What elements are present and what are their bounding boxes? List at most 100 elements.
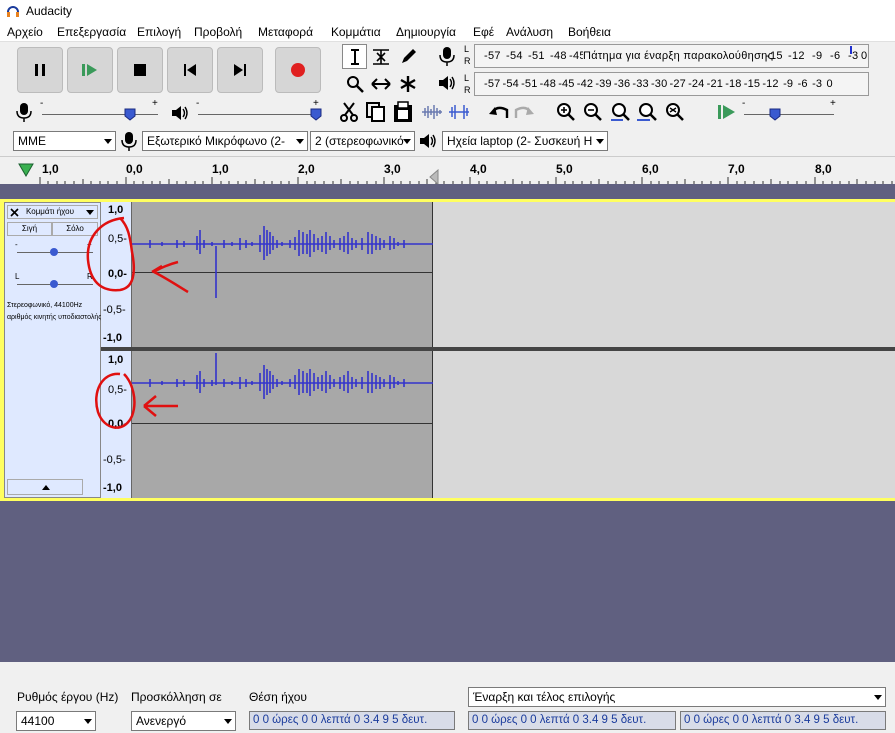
fit-selection-icon[interactable] xyxy=(609,102,631,124)
mute-button[interactable]: Σιγή xyxy=(7,222,52,236)
menu-transport[interactable]: Μεταφορά xyxy=(258,25,313,39)
rec-tick: -6 xyxy=(830,50,841,62)
multi-tool[interactable] xyxy=(395,71,420,96)
menu-generate[interactable]: Δημιουργία xyxy=(396,25,456,39)
rec-tick: -15 xyxy=(766,50,783,62)
track-name: Κομμάτι ήχου xyxy=(26,207,74,216)
pause-button[interactable] xyxy=(17,47,63,93)
slider-thumb[interactable] xyxy=(49,247,59,257)
scale-label: -1,0 xyxy=(103,482,122,494)
menu-select[interactable]: Επιλογή xyxy=(137,25,181,39)
ruler-label: 8,0 xyxy=(815,162,832,176)
redo-icon[interactable] xyxy=(512,102,536,122)
audio-position-time[interactable]: 0 0 ώρες 0 0 λεπτά 0 3.4 9 5 δευτ. xyxy=(249,711,455,730)
meter-peak-marker xyxy=(850,46,852,54)
slider-thumb[interactable] xyxy=(769,108,781,121)
scale-label: -0,5- xyxy=(103,454,126,466)
zoom-in-icon[interactable] xyxy=(556,102,576,122)
tracks-area: Κομμάτι ήχου Σιγή Σόλο - + L R Στερεοφων… xyxy=(0,184,895,680)
skip-end-button[interactable] xyxy=(217,47,263,93)
audio-host-select[interactable]: MME xyxy=(13,131,116,151)
snap-to-label: Προσκόλληση σε xyxy=(131,690,222,704)
collapse-track-button[interactable] xyxy=(7,479,83,495)
playback-volume-slider[interactable]: - + xyxy=(196,98,324,122)
menu-tracks[interactable]: Κομμάτια xyxy=(331,25,381,39)
record-meter[interactable]: -57 -54 -51 -48 -45 Πάτημα για έναρξη πα… xyxy=(474,44,869,68)
mic-icon[interactable] xyxy=(437,45,457,67)
project-rate-select[interactable]: 44100 xyxy=(16,711,96,731)
ruler-label: 7,0 xyxy=(728,162,745,176)
menu-analyze[interactable]: Ανάλυση xyxy=(506,25,553,39)
slider-thumb[interactable] xyxy=(310,108,322,121)
cut-icon[interactable] xyxy=(339,101,359,123)
play-button[interactable] xyxy=(67,47,113,93)
selection-end-time[interactable]: 0 0 ώρες 0 0 λεπτά 0 3.4 9 5 δευτ. xyxy=(680,711,886,730)
selection-toolbar: Ρυθμός έργου (Hz) 44100 Προσκόλληση σε Α… xyxy=(0,662,895,733)
rec-tick: -9 xyxy=(812,50,823,62)
selection-start-time[interactable]: 0 0 ώρες 0 0 λεπτά 0 3.4 9 5 δευτ. xyxy=(468,711,676,730)
channels-select[interactable]: 2 (στερεοφωνικό xyxy=(310,131,415,151)
ruler-label: 0,0 xyxy=(126,162,143,176)
trim-icon[interactable] xyxy=(420,102,444,122)
slider-thumb[interactable] xyxy=(124,108,136,121)
channel-separator xyxy=(101,347,895,351)
play-speed-slider[interactable]: - + xyxy=(742,98,840,122)
rec-tick: -48 xyxy=(550,50,567,62)
record-volume-slider[interactable]: - + xyxy=(40,98,165,122)
selection-start-value: 0 0 ώρες 0 0 λεπτά 0 3.4 9 5 δευτ. xyxy=(472,714,647,726)
menu-edit[interactable]: Επεξεργασία xyxy=(57,25,126,39)
pause-icon xyxy=(35,64,45,76)
copy-icon[interactable] xyxy=(365,101,387,123)
waveform-channel-right[interactable] xyxy=(132,351,895,498)
slider-min-label: - xyxy=(742,98,746,109)
audacity-logo-icon xyxy=(7,6,19,17)
fit-project-icon[interactable] xyxy=(636,102,658,124)
menu-file[interactable]: Αρχείο xyxy=(7,25,43,39)
undo-icon[interactable] xyxy=(487,102,511,122)
record-button[interactable] xyxy=(275,47,321,93)
play-at-speed-icon[interactable] xyxy=(717,102,737,122)
ruler-label: 5,0 xyxy=(556,162,573,176)
meter-L-label: L xyxy=(464,44,470,54)
playback-volume-speaker-icon xyxy=(172,106,188,120)
audio-position-label: Θέση ήχου xyxy=(249,690,307,704)
zoom-toggle-icon[interactable] xyxy=(664,102,686,124)
ruler-label: 6,0 xyxy=(642,162,659,176)
input-device-select[interactable]: Εξωτερικό Μικρόφωνο (2- xyxy=(142,131,308,151)
menu-help[interactable]: Βοήθεια xyxy=(568,25,611,39)
output-device-select[interactable]: Ηχεία laptop (2- Συσκευή H xyxy=(442,131,608,151)
playhead-marker[interactable] xyxy=(428,169,440,185)
menu-effect[interactable]: Εφέ xyxy=(473,25,494,39)
selection-tool[interactable] xyxy=(342,44,367,69)
chevron-up-icon xyxy=(42,485,50,490)
paste-icon[interactable] xyxy=(392,101,414,123)
timeshift-tool[interactable] xyxy=(368,71,393,96)
zoom-out-icon[interactable] xyxy=(583,102,603,122)
playback-meter[interactable]: -57 -54 -51 -48 -45 -42 -39 -36 -33 -30 … xyxy=(474,72,869,96)
envelope-tool[interactable] xyxy=(368,44,393,69)
rec-tick: -12 xyxy=(788,50,805,62)
annotation-overlay xyxy=(86,216,189,429)
meter-R-label: R xyxy=(464,56,471,66)
timeline-ruler[interactable]: 1,0 0,0 1,0 2,0 3,0 4,0 5,0 6,0 7,0 8,0 xyxy=(0,156,895,185)
ruler-label: 4,0 xyxy=(470,162,487,176)
menu-view[interactable]: Προβολή xyxy=(194,25,242,39)
skip-start-icon xyxy=(184,64,196,76)
input-device-mic-icon xyxy=(121,132,137,151)
play-icon xyxy=(82,64,97,76)
waveform-channel-left[interactable] xyxy=(132,202,895,347)
stop-button[interactable] xyxy=(117,47,163,93)
snap-to-select[interactable]: Ανενεργό xyxy=(131,711,236,731)
slider-min-label: - xyxy=(196,98,200,109)
draw-tool[interactable] xyxy=(395,44,420,69)
slider-thumb[interactable] xyxy=(49,279,59,289)
speaker-icon[interactable] xyxy=(437,73,457,93)
skip-start-button[interactable] xyxy=(167,47,213,93)
audio-host-value: MME xyxy=(18,134,46,148)
selection-mode-select[interactable]: Έναρξη και τέλος επιλογής xyxy=(468,687,886,707)
selection-end-value: 0 0 ώρες 0 0 λεπτά 0 3.4 9 5 δευτ. xyxy=(684,714,859,726)
close-icon[interactable] xyxy=(10,208,19,217)
zoom-tool[interactable] xyxy=(342,71,367,96)
silence-icon[interactable] xyxy=(447,102,471,122)
title-bar: Audacity xyxy=(0,0,895,22)
